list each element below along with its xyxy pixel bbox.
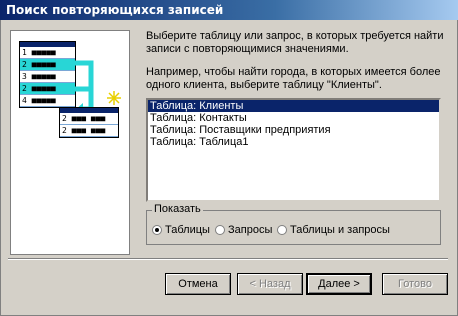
radio-button-icon[interactable] (215, 225, 225, 235)
radio-button-icon[interactable] (277, 225, 287, 235)
illustration-row: 2 ■■■■■ (20, 59, 75, 71)
next-button[interactable]: Далее > (306, 273, 372, 295)
example-text: Например, чтобы найти города, в которых … (146, 66, 441, 91)
illustration-row: 3 ■■■■■ (20, 71, 75, 83)
table-query-list[interactable]: Таблица: Клиенты Таблица: Контакты Табли… (146, 98, 441, 202)
illustration-table-right: 2 ■■■ ■■■ 2 ■■■ ■■■ (59, 107, 119, 138)
finish-button[interactable]: Готово (382, 273, 448, 295)
separator (8, 258, 448, 260)
radio-button-icon[interactable] (152, 225, 162, 235)
prompt-text: Выберите таблицу или запрос, в которых т… (146, 30, 444, 55)
radio-tables-and-queries[interactable]: Таблицы и запросы (277, 224, 390, 236)
list-item[interactable]: Таблица: Контакты (148, 112, 439, 124)
illustration-row: 1 ■■■■■ (20, 47, 75, 59)
radio-tables[interactable]: Таблицы (152, 224, 210, 236)
list-item[interactable]: Таблица: Таблица1 (148, 136, 439, 148)
radio-queries[interactable]: Запросы (215, 224, 272, 236)
radio-label: Таблицы и запросы (290, 224, 390, 236)
illustration-row: 2 ■■■■■ (20, 83, 75, 95)
illustration-row: 4 ■■■■■ (20, 95, 75, 107)
title-bar[interactable]: Поиск повторяющихся записей (0, 0, 458, 20)
radio-label: Таблицы (165, 224, 210, 236)
illustration-row: 2 ■■■ ■■■ (60, 113, 118, 125)
radio-label: Запросы (228, 224, 273, 236)
list-item[interactable]: Таблица: Клиенты (148, 100, 439, 112)
window-title: Поиск повторяющихся записей (6, 3, 224, 17)
cancel-button[interactable]: Отмена (165, 273, 231, 295)
illustration-table-left: 1 ■■■■■ 2 ■■■■■ 3 ■■■■■ 2 ■■■■■ 4 ■■■■■ (19, 41, 76, 108)
list-item[interactable]: Таблица: Поставщики предприятия (148, 124, 439, 136)
show-group-label: Показать (152, 203, 203, 215)
illustration-row: 2 ■■■ ■■■ (60, 125, 118, 137)
illustration-panel: 1 ■■■■■ 2 ■■■■■ 3 ■■■■■ 2 ■■■■■ 4 ■■■■■ … (10, 30, 130, 255)
back-button[interactable]: < Назад (237, 273, 303, 295)
